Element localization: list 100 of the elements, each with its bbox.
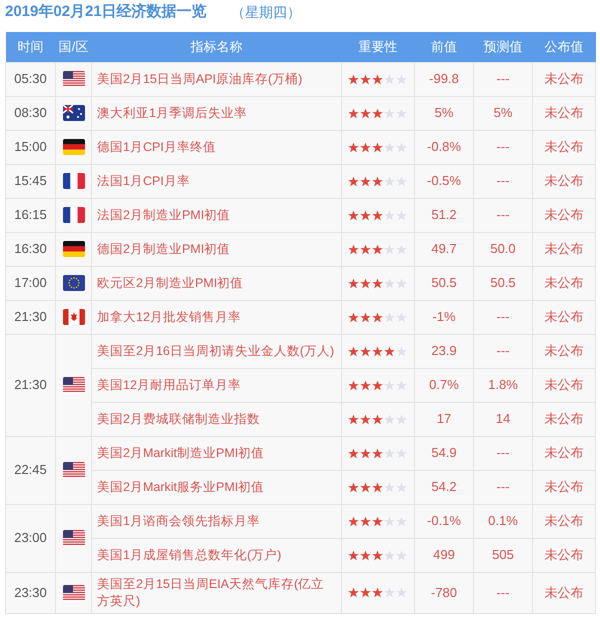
star-icon bbox=[396, 310, 407, 324]
previous-value: 49.7 bbox=[431, 241, 457, 256]
forecast-value: --- bbox=[496, 584, 510, 600]
forecast-value: 5% bbox=[494, 105, 512, 120]
star-icon bbox=[372, 310, 383, 324]
star-icon bbox=[384, 72, 395, 86]
star-icon bbox=[360, 378, 371, 392]
forecast-value: 1.8% bbox=[488, 377, 518, 392]
time-text: 15:45 bbox=[14, 173, 47, 188]
star-icon bbox=[396, 446, 407, 460]
star-icon bbox=[348, 586, 359, 599]
forecast-value: --- bbox=[496, 309, 510, 324]
forecast-value: 50.5 bbox=[490, 275, 516, 290]
star-icon bbox=[360, 586, 371, 599]
column-header: 公布值 bbox=[544, 39, 584, 54]
time-text: 15:00 bbox=[14, 139, 47, 154]
star-icon bbox=[384, 106, 395, 120]
star-icon bbox=[348, 174, 359, 188]
maple-leaf-flag-icon bbox=[62, 309, 84, 325]
star-icon bbox=[360, 276, 371, 290]
star-icon bbox=[360, 446, 371, 460]
previous-value: -99.8 bbox=[429, 71, 459, 86]
star-icon bbox=[360, 72, 371, 86]
actual-value: 未公布 bbox=[544, 275, 584, 290]
actual-value: 未公布 bbox=[544, 547, 584, 562]
star-icon bbox=[384, 480, 395, 494]
star-icon bbox=[360, 140, 371, 154]
star-icon bbox=[348, 514, 359, 528]
star-icon bbox=[372, 344, 383, 358]
star-icon bbox=[360, 174, 371, 188]
star-icon bbox=[360, 344, 371, 358]
star-icon bbox=[384, 412, 395, 426]
tricolor-flag-icon bbox=[62, 173, 84, 189]
star-icon bbox=[396, 208, 407, 222]
previous-value: 499 bbox=[433, 547, 455, 562]
star-icon bbox=[384, 242, 395, 256]
striped-flag-icon bbox=[62, 584, 84, 600]
star-icon bbox=[372, 586, 383, 599]
star-icon bbox=[384, 276, 395, 290]
star-icon bbox=[372, 242, 383, 256]
previous-value: 54.9 bbox=[431, 445, 457, 460]
star-icon bbox=[360, 208, 371, 222]
star-icon bbox=[372, 276, 383, 290]
star-icon bbox=[396, 106, 407, 120]
time-text: 05:30 bbox=[14, 71, 47, 86]
forecast-value: --- bbox=[496, 445, 510, 460]
star-icon bbox=[360, 310, 371, 324]
star-icon bbox=[396, 378, 407, 392]
column-header: 国/区 bbox=[58, 39, 88, 54]
star-icon bbox=[360, 514, 371, 528]
forecast-value: 0.1% bbox=[488, 513, 518, 528]
previous-value: -0.1% bbox=[427, 513, 461, 528]
actual-value: 未公布 bbox=[544, 479, 584, 494]
actual-value: 未公布 bbox=[544, 139, 584, 154]
time-text: 22:45 bbox=[14, 462, 47, 478]
previous-value: 17 bbox=[436, 411, 452, 426]
forecast-value: 505 bbox=[492, 547, 514, 562]
star-icon bbox=[384, 310, 395, 324]
star-icon bbox=[348, 242, 359, 256]
star-icon bbox=[396, 242, 407, 256]
time-text: 17:00 bbox=[14, 275, 47, 290]
weekday-label: （星期四） bbox=[230, 2, 301, 22]
column-header: 预测值 bbox=[484, 39, 522, 54]
star-icon bbox=[384, 208, 395, 222]
star-icon bbox=[396, 586, 407, 599]
star-icon bbox=[384, 174, 395, 188]
actual-value: 未公布 bbox=[544, 513, 584, 528]
star-icon bbox=[348, 140, 359, 154]
previous-value: 54.2 bbox=[431, 479, 457, 494]
star-icon bbox=[348, 72, 359, 86]
previous-value: 0.7% bbox=[429, 377, 459, 392]
column-header: 重要性 bbox=[358, 39, 398, 54]
forecast-value: --- bbox=[496, 139, 510, 154]
time-text: 16:30 bbox=[14, 241, 47, 256]
star-icon bbox=[360, 548, 371, 562]
star-icon bbox=[360, 480, 371, 494]
star-icon bbox=[372, 72, 383, 86]
star-icon bbox=[372, 412, 383, 426]
actual-value: 未公布 bbox=[544, 105, 584, 120]
star-icon bbox=[396, 514, 407, 528]
star-icon bbox=[348, 548, 359, 562]
page-title: 2019年02月21日经济数据一览 bbox=[5, 2, 207, 22]
star-icon bbox=[348, 480, 359, 494]
star-icon bbox=[396, 344, 407, 358]
star-icon bbox=[372, 514, 383, 528]
starred-flag-icon bbox=[62, 105, 84, 121]
time-text: 23:00 bbox=[14, 530, 47, 546]
column-header: 指标名称 bbox=[190, 39, 242, 54]
star-icon bbox=[348, 446, 359, 460]
star-icon bbox=[372, 548, 383, 562]
star-icon bbox=[396, 72, 407, 86]
forecast-value: --- bbox=[496, 207, 510, 222]
star-icon bbox=[396, 548, 407, 562]
star-icon bbox=[348, 412, 359, 426]
forecast-value: 14 bbox=[496, 411, 510, 426]
star-icon bbox=[384, 586, 395, 599]
tricolor-flag-icon bbox=[62, 207, 84, 223]
previous-value: -0.8% bbox=[427, 139, 461, 154]
star-circle-flag-icon bbox=[62, 275, 84, 291]
tricolor-flag-icon bbox=[62, 241, 84, 257]
